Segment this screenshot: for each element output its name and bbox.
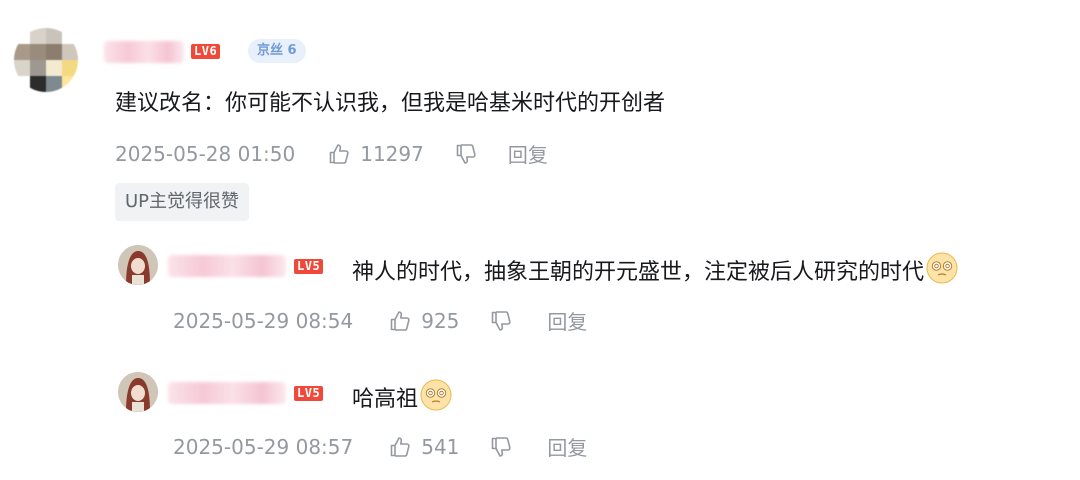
reply-button[interactable]: 回复 bbox=[547, 306, 587, 335]
thumbs-up-icon bbox=[390, 436, 410, 457]
username-blurred[interactable] bbox=[168, 382, 286, 404]
timestamp: 2025-05-29 08:54 bbox=[173, 308, 354, 333]
up-liked-tag: UP主觉得很赞 bbox=[115, 183, 250, 221]
dislike-button[interactable] bbox=[454, 142, 478, 166]
reply-button[interactable]: 回复 bbox=[547, 432, 587, 461]
comment-section: LV6 京丝 6 建议改名：你可能不认识我，但我是哈基米时代的开创者 2025-… bbox=[0, 0, 1080, 480]
level-badge: LV5 bbox=[294, 386, 324, 401]
reply-meta: 2025-05-29 08:57 541 回复 bbox=[173, 432, 587, 461]
like-count: 925 bbox=[421, 308, 460, 333]
comment-text: 建议改名：你可能不认识我，但我是哈基米时代的开创者 bbox=[115, 91, 666, 116]
comment-meta: 2025-05-28 01:50 11297 回复 bbox=[115, 139, 548, 168]
dislike-button[interactable] bbox=[489, 435, 513, 459]
fan-badge[interactable]: 京丝 6 bbox=[248, 39, 306, 63]
username-blurred[interactable] bbox=[104, 41, 184, 63]
like-count: 11297 bbox=[360, 141, 424, 166]
username-blurred[interactable] bbox=[168, 255, 286, 277]
level-badge: LV5 bbox=[294, 259, 324, 274]
thumbs-up-icon bbox=[390, 310, 410, 331]
reply-text-content: 神人的时代，抽象王朝的开元盛世，注定被后人研究的时代 bbox=[352, 260, 925, 285]
level-badge: LV6 bbox=[191, 44, 221, 59]
avatar[interactable] bbox=[14, 28, 78, 92]
thumbs-down-icon bbox=[492, 436, 512, 457]
reply-button[interactable]: 回复 bbox=[508, 139, 548, 168]
dizzy-face-emoji bbox=[420, 379, 452, 411]
dizzy-face-emoji bbox=[926, 252, 958, 284]
thumbs-down-icon bbox=[492, 310, 512, 331]
reply-text: 神人的时代，抽象王朝的开元盛世，注定被后人研究的时代 bbox=[352, 252, 958, 288]
like-button[interactable]: 925 bbox=[388, 309, 459, 333]
like-count: 541 bbox=[421, 434, 460, 459]
reply-text: 哈高祖 bbox=[352, 379, 452, 415]
avatar[interactable] bbox=[118, 245, 158, 285]
dislike-button[interactable] bbox=[489, 309, 513, 333]
timestamp: 2025-05-29 08:57 bbox=[173, 434, 354, 459]
reply-meta: 2025-05-29 08:54 925 回复 bbox=[173, 306, 587, 335]
thumbs-down-icon bbox=[456, 143, 476, 164]
like-button[interactable]: 11297 bbox=[327, 142, 424, 166]
reply-text-content: 哈高祖 bbox=[352, 387, 419, 412]
like-button[interactable]: 541 bbox=[388, 435, 459, 459]
timestamp: 2025-05-28 01:50 bbox=[115, 141, 296, 166]
avatar[interactable] bbox=[118, 372, 158, 412]
thumbs-up-icon bbox=[329, 143, 349, 164]
